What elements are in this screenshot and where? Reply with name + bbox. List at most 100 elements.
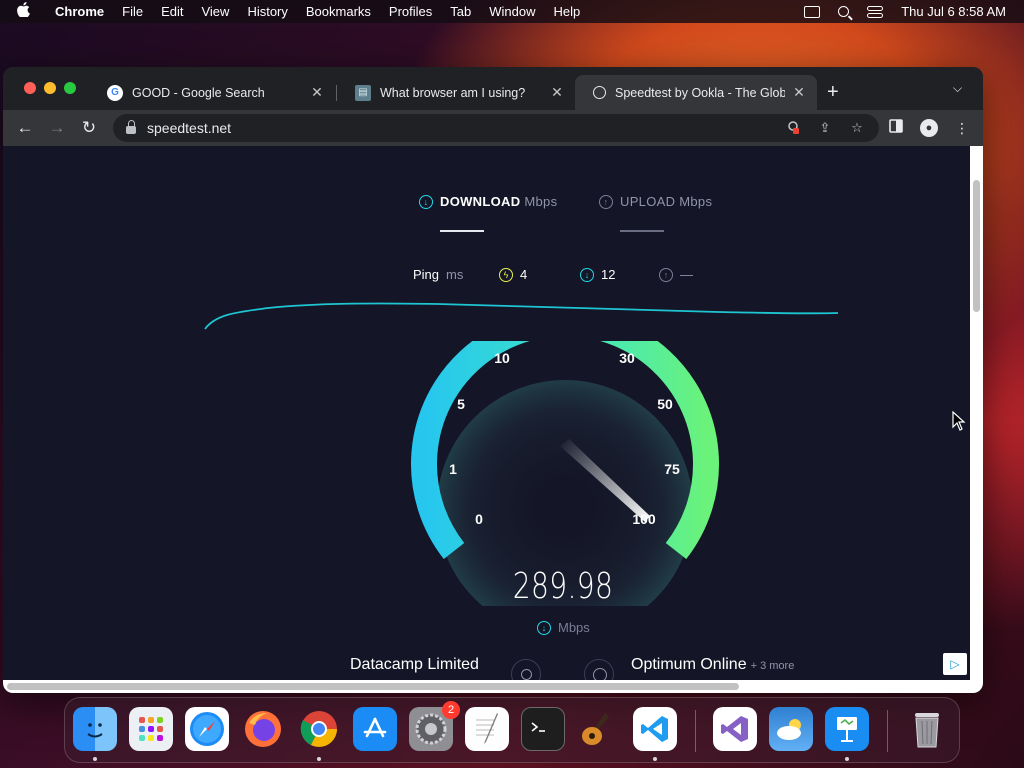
chrome-icon[interactable] (297, 707, 341, 751)
upload-arrow-icon: ↑ (599, 194, 613, 209)
garageband-icon[interactable] (577, 707, 621, 751)
speed-download-icon: ↓ (537, 620, 551, 635)
tab-google-search[interactable]: G GOOD - Google Search ✕ (89, 75, 335, 110)
tab-search-chevron-icon[interactable]: ⌵ (953, 81, 962, 96)
vertical-scroll-thumb[interactable] (973, 180, 980, 312)
textedit-icon[interactable] (465, 707, 509, 751)
speedtest-favicon-icon (593, 86, 606, 99)
vscode-running-dot (653, 757, 657, 761)
profile-avatar-icon[interactable]: ● (920, 119, 938, 137)
menu-profiles[interactable]: Profiles (380, 4, 441, 19)
screen-mirroring-icon[interactable] (804, 5, 821, 18)
maximize-window-button[interactable] (64, 82, 76, 94)
speed-history-line (204, 302, 839, 330)
menu-history[interactable]: History (238, 4, 296, 19)
keynote-running-dot (845, 757, 849, 761)
server-more-link[interactable]: + 3 more (751, 660, 795, 672)
apple-icon[interactable] (0, 2, 46, 21)
menu-file[interactable]: File (113, 4, 152, 19)
ping-upload-number: — (680, 267, 693, 282)
more-menu-icon[interactable]: ⋮ (953, 119, 971, 137)
browser-toolbar: ← → ↻ speedtest.net ⇪ ☆ ● ⋮ (3, 110, 983, 146)
firefox-icon[interactable] (241, 707, 285, 751)
speed-unit-row: ↓ Mbps (537, 620, 590, 635)
tab-what-browser[interactable]: ▤ What browser am I using? ✕ (337, 75, 575, 110)
horizontal-scroll-thumb[interactable] (7, 683, 739, 690)
dock-separator (695, 710, 696, 752)
location-blocked-icon[interactable] (785, 120, 801, 136)
download-arrow-icon: ↓ (419, 194, 433, 209)
chrome-running-dot (317, 757, 321, 761)
server-row[interactable]: Optimum Online + 3 more (631, 656, 794, 674)
new-tab-button[interactable]: + (827, 81, 839, 104)
ping-label: Ping (413, 267, 440, 282)
upload-underline (620, 230, 664, 232)
menu-edit[interactable]: Edit (152, 4, 192, 19)
menu-window[interactable]: Window (480, 4, 544, 19)
ping-unit: ms (446, 267, 464, 282)
gauge-tick-1: 1 (449, 461, 457, 477)
side-panel-icon[interactable] (887, 119, 905, 137)
whatbrowser-favicon-icon: ▤ (355, 84, 371, 101)
download-header[interactable]: ↓ DOWNLOAD Mbps (419, 194, 557, 209)
horizontal-scrollbar[interactable] (3, 680, 970, 693)
weather-icon[interactable] (769, 707, 813, 751)
share-icon[interactable]: ⇪ (817, 120, 833, 136)
close-tab-icon[interactable]: ✕ (791, 84, 807, 101)
gauge-tick-5: 5 (457, 396, 465, 412)
menu-view[interactable]: View (192, 4, 238, 19)
tab-title: What browser am I using? (380, 85, 526, 100)
download-unit: Mbps (524, 194, 558, 209)
ping-download-number: 12 (601, 267, 616, 282)
address-url[interactable]: speedtest.net (147, 120, 231, 136)
speed-value: 289.98 (512, 566, 614, 607)
forward-arrow-icon[interactable]: → (46, 117, 68, 139)
gauge-tick-20: 20 (557, 341, 573, 344)
tab-title: GOOD - Google Search (132, 85, 265, 100)
download-label: DOWNLOAD (440, 194, 521, 209)
launchpad-icon[interactable] (129, 707, 173, 751)
menu-tab[interactable]: Tab (441, 4, 480, 19)
minimize-window-button[interactable] (44, 82, 56, 94)
back-arrow-icon[interactable]: ← (14, 117, 36, 139)
adchoices-icon[interactable]: ▷ (943, 653, 967, 675)
keynote-icon[interactable] (825, 707, 869, 751)
isp-name: Datacamp Limited (350, 656, 479, 673)
ping-idle-value: ϟ 4 (499, 267, 527, 282)
finder-icon[interactable] (73, 707, 117, 751)
notification-badge: 2 (442, 701, 460, 719)
spotlight-search-icon[interactable] (838, 6, 850, 17)
download-latency-icon: ↓ (580, 267, 594, 282)
trash-icon[interactable] (905, 707, 949, 751)
close-tab-icon[interactable]: ✕ (309, 84, 325, 101)
menu-clock[interactable]: Thu Jul 6 8:58 AM (901, 4, 1006, 19)
speed-unit: Mbps (558, 620, 590, 635)
google-favicon-icon: G (107, 84, 123, 101)
vscode-icon[interactable] (633, 707, 677, 751)
terminal-icon[interactable] (521, 707, 565, 751)
lock-icon[interactable] (126, 120, 136, 134)
download-underline (440, 230, 484, 232)
gauge-tick-75: 75 (664, 461, 680, 477)
tab-speedtest[interactable]: Speedtest by Ookla - The Global Broadban… (575, 75, 817, 110)
upload-header[interactable]: ↑ UPLOAD Mbps (599, 194, 712, 209)
reload-icon[interactable]: ↻ (78, 117, 100, 139)
upload-latency-icon: ↑ (659, 267, 673, 282)
address-bar[interactable]: speedtest.net ⇪ ☆ (113, 114, 879, 142)
menu-bar: Chrome File Edit View History Bookmarks … (0, 0, 1024, 23)
app-store-icon[interactable] (353, 707, 397, 751)
bookmark-star-icon[interactable]: ☆ (849, 120, 865, 136)
tab-title: Speedtest by Ookla - The Global Broadban… (615, 85, 785, 100)
system-preferences-icon[interactable]: 2 (409, 701, 460, 751)
visual-studio-icon[interactable] (713, 707, 757, 751)
server-name[interactable]: Optimum Online (631, 656, 747, 673)
menu-bookmarks[interactable]: Bookmarks (297, 4, 380, 19)
close-tab-icon[interactable]: ✕ (549, 84, 565, 101)
upload-unit: Mbps (679, 194, 713, 209)
menu-app-name[interactable]: Chrome (46, 4, 113, 19)
vertical-scrollbar[interactable] (970, 146, 983, 693)
menu-help[interactable]: Help (545, 4, 590, 19)
close-window-button[interactable] (24, 82, 36, 94)
control-center-icon[interactable] (867, 5, 884, 18)
safari-icon[interactable] (185, 707, 229, 751)
